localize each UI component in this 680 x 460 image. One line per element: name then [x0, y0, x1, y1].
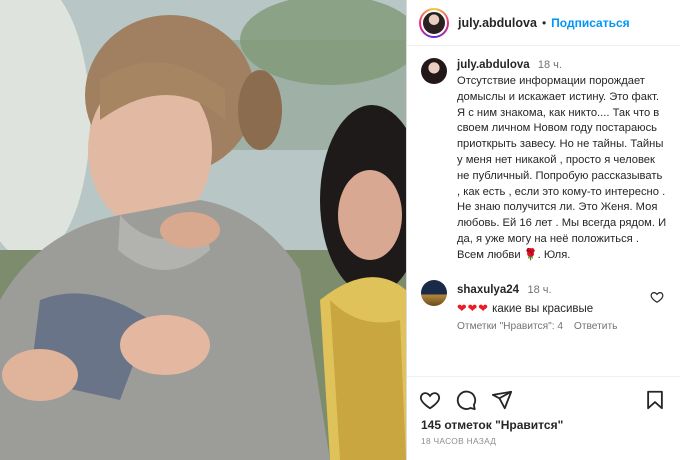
post-sidebar: july.abdulova • Подписаться july.abdulov… — [406, 0, 680, 460]
bookmark-icon[interactable] — [644, 389, 666, 411]
separator-dot: • — [541, 15, 547, 30]
post-caption: july.abdulova 18 ч. Отсутствие информаци… — [421, 58, 668, 264]
comments-section[interactable]: july.abdulova 18 ч. Отсутствие информаци… — [407, 52, 680, 374]
comment-likes-link[interactable]: Отметки "Нравится": 4 — [457, 321, 563, 332]
rose-emoji: 🌹 — [523, 248, 538, 261]
caption-text-end: . Юля. — [537, 248, 571, 261]
caption-text: Отсутствие информации порождает домыслы … — [457, 74, 668, 264]
likes-number: 145 — [421, 418, 442, 432]
post-photo — [0, 0, 406, 460]
post-timestamp[interactable]: 18 ЧАСОВ НАЗАД — [421, 436, 496, 446]
follow-button[interactable]: Подписаться — [551, 16, 629, 30]
post-header: july.abdulova • Подписаться — [407, 0, 680, 46]
author-avatar[interactable] — [419, 7, 449, 38]
comment-text: какие вы красивые — [492, 302, 594, 315]
reply-button[interactable]: Ответить — [574, 321, 618, 332]
comment-icon[interactable] — [455, 389, 477, 411]
photo-illustration — [0, 0, 406, 460]
heart-icon[interactable] — [419, 389, 441, 411]
action-bar — [407, 376, 680, 422]
commenter-avatar[interactable] — [421, 279, 447, 306]
share-icon[interactable] — [491, 389, 513, 411]
caption-time[interactable]: 18 ч. — [538, 59, 562, 71]
commenter-username[interactable]: shaxulya24 — [457, 284, 519, 296]
author-username[interactable]: july.abdulova — [458, 16, 537, 30]
heart-emojis: ❤❤❤ — [457, 302, 489, 315]
caption-avatar[interactable] — [421, 58, 447, 84]
comment-time[interactable]: 18 ч. — [527, 284, 551, 296]
likes-label: отметок "Нравится" — [444, 418, 564, 432]
comment-like-heart-icon[interactable] — [650, 290, 664, 304]
comment-item: shaxulya24 18 ч. ❤❤❤ какие вы красивые О… — [421, 279, 668, 332]
likes-count[interactable]: 145 отметок "Нравится" — [421, 418, 563, 432]
caption-text-main: Отсутствие информации порождает домыслы … — [457, 75, 667, 261]
caption-username[interactable]: july.abdulova — [457, 59, 530, 71]
